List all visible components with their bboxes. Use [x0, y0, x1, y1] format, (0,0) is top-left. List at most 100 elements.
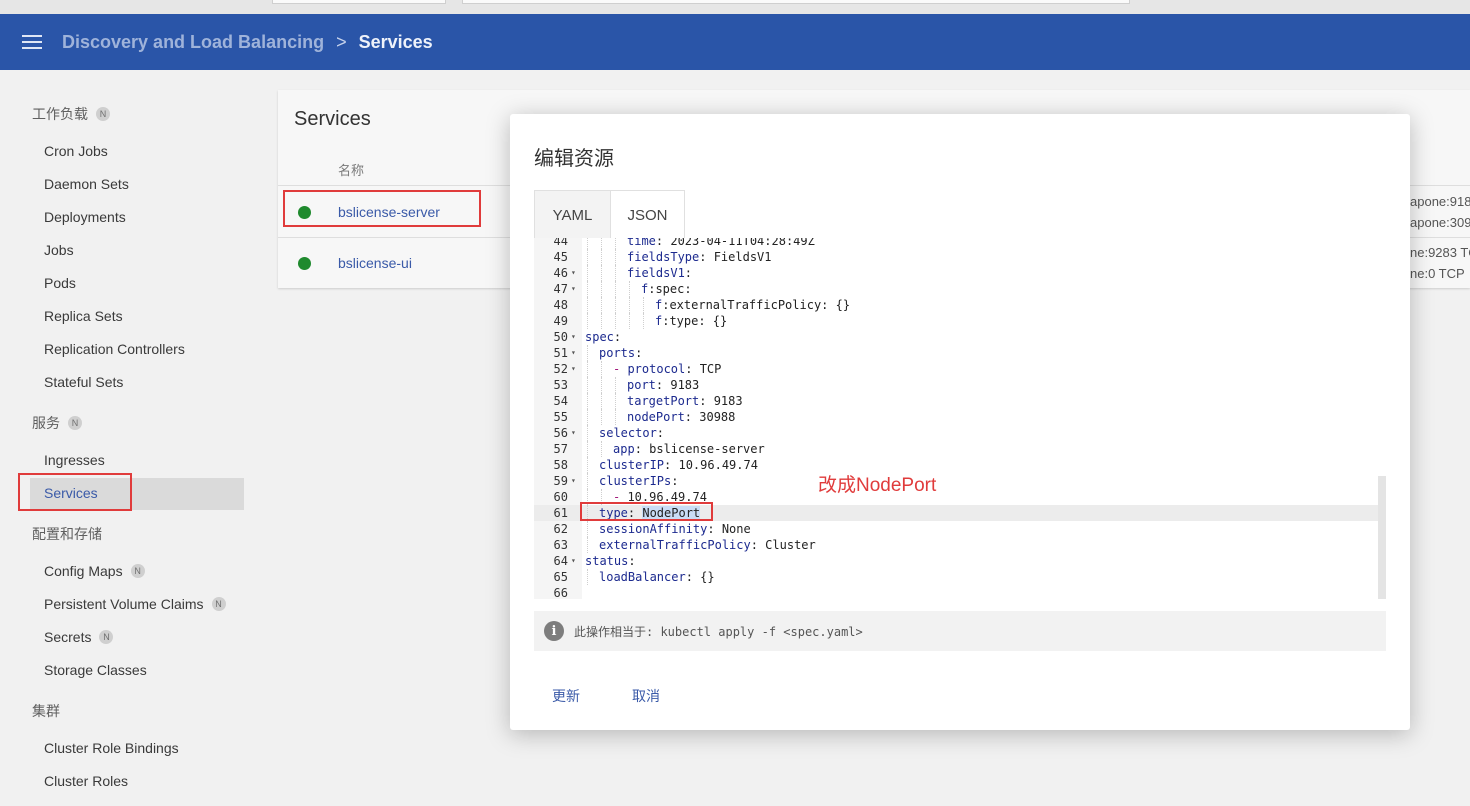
indent-guide: [601, 265, 602, 281]
sidebar-item-secrets[interactable]: Secrets N: [44, 629, 114, 645]
code-line[interactable]: 66: [534, 585, 1378, 599]
sidebar-item-cluster-role-bindings[interactable]: Cluster Role Bindings: [44, 740, 179, 756]
top-field-search[interactable]: [462, 0, 1130, 4]
line-number: 51: [553, 346, 568, 360]
indent-guide: [587, 345, 588, 361]
column-header-name[interactable]: 名称: [338, 160, 364, 179]
code-line[interactable]: 56 ▾ selector:: [534, 425, 1378, 441]
sidebar-item-jobs[interactable]: Jobs: [44, 242, 74, 258]
service-link[interactable]: bslicense-ui: [338, 255, 412, 271]
line-number: 53: [553, 378, 568, 392]
sidebar-item-replication-controllers[interactable]: Replication Controllers: [44, 341, 185, 357]
code-line[interactable]: 58 clusterIP: 10.96.49.74: [534, 457, 1378, 473]
indent-guide: [601, 441, 602, 457]
fold-toggle-icon[interactable]: ▾: [571, 329, 576, 345]
code-line[interactable]: 63 externalTrafficPolicy: Cluster: [534, 537, 1378, 553]
code-text: f:externalTrafficPolicy: {}: [655, 298, 851, 312]
endpoint-text: apone:309: [1410, 215, 1470, 230]
fold-toggle-icon[interactable]: ▾: [571, 425, 576, 441]
line-number: 55: [553, 410, 568, 424]
code-line[interactable]: 47 ▾ f:spec:: [534, 281, 1378, 297]
code-line[interactable]: 46 ▾ fieldsV1:: [534, 265, 1378, 281]
fold-toggle-icon[interactable]: ▾: [571, 553, 576, 569]
code-line[interactable]: 65 loadBalancer: {}: [534, 569, 1378, 585]
code-line[interactable]: 54 targetPort: 9183: [534, 393, 1378, 409]
editor-scrollbar[interactable]: [1378, 476, 1386, 599]
indent-guide: [601, 377, 602, 393]
namespace-badge-icon: N: [96, 107, 110, 121]
code-editor[interactable]: 44 time: 2023-04-11T04:28:49Z 45 fieldsType…: [534, 238, 1386, 599]
code-line[interactable]: 57 app: bslicense-server: [534, 441, 1378, 457]
fold-toggle-icon[interactable]: ▾: [571, 361, 576, 377]
indent-guide: [629, 281, 630, 297]
nav-section-label: 配置和存储: [32, 526, 102, 542]
indent-guide: [615, 377, 616, 393]
fold-toggle-icon[interactable]: ▾: [571, 473, 576, 489]
update-button[interactable]: 更新: [552, 686, 580, 706]
sidebar-item-replica-sets[interactable]: Replica Sets: [44, 308, 123, 324]
sidebar-item-label: Persistent Volume Claims: [44, 596, 204, 612]
code-line[interactable]: 44 time: 2023-04-11T04:28:49Z: [534, 238, 1378, 249]
nav-section-services[interactable]: 服务 N: [32, 413, 82, 433]
nav-section-config-storage[interactable]: 配置和存储: [32, 524, 102, 544]
info-bar: i 此操作相当于: kubectl apply -f <spec.yaml>: [534, 611, 1386, 651]
line-number: 59: [553, 474, 568, 488]
sidebar-item-storage-classes[interactable]: Storage Classes: [44, 662, 147, 678]
code-line[interactable]: 64 ▾ status:: [534, 553, 1378, 569]
sidebar-item-deployments[interactable]: Deployments: [44, 209, 126, 225]
nav-section-workloads[interactable]: 工作负载 N: [32, 104, 110, 124]
indent-guide: [587, 249, 588, 265]
code-line[interactable]: 51 ▾ ports:: [534, 345, 1378, 361]
code-line[interactable]: 53 port: 9183: [534, 377, 1378, 393]
sidebar-item-cron-jobs[interactable]: Cron Jobs: [44, 143, 108, 159]
nav-section-label: 服务: [32, 415, 60, 431]
sidebar-item-cluster-roles[interactable]: Cluster Roles: [44, 773, 128, 789]
namespace-badge-icon: N: [130, 564, 145, 578]
indent-guide: [601, 313, 602, 329]
line-number: 58: [553, 458, 568, 472]
code-text: fieldsV1:: [627, 266, 693, 280]
sidebar-item-persistent-volume-claims[interactable]: Persistent Volume Claims N: [44, 596, 226, 612]
tab-yaml[interactable]: YAML: [535, 191, 610, 239]
sidebar-item-stateful-sets[interactable]: Stateful Sets: [44, 374, 123, 390]
annotation-box-services-nav: [18, 473, 132, 511]
line-number: 46: [553, 266, 568, 280]
sidebar-item-ingresses[interactable]: Ingresses: [44, 452, 105, 468]
code-line[interactable]: 52 ▾ - protocol: TCP: [534, 361, 1378, 377]
indent-guide: [587, 537, 588, 553]
line-number: 61: [553, 506, 568, 520]
line-number: 60: [553, 490, 568, 504]
code-text: ports:: [599, 346, 643, 360]
code-text: - protocol: TCP: [613, 362, 722, 376]
top-field-left[interactable]: [272, 0, 446, 4]
line-number: 48: [553, 298, 568, 312]
line-number: 57: [553, 442, 568, 456]
code-text: nodePort: 30988: [627, 410, 736, 424]
hamburger-menu-icon[interactable]: [22, 35, 42, 49]
namespace-badge-icon: N: [68, 416, 82, 430]
line-number: 45: [553, 250, 568, 264]
nav-section-label: 集群: [32, 703, 60, 719]
info-text: 此操作相当于: kubectl apply -f <spec.yaml>: [574, 624, 863, 639]
sidebar-item-config-maps[interactable]: Config Maps N: [44, 563, 145, 579]
fold-toggle-icon[interactable]: ▾: [571, 265, 576, 281]
cancel-button[interactable]: 取消: [632, 686, 660, 706]
code-line[interactable]: 59 ▾ clusterIPs:: [534, 473, 1378, 489]
breadcrumb-parent[interactable]: Discovery and Load Balancing: [62, 32, 324, 53]
indent-guide: [587, 457, 588, 473]
nav-section-cluster[interactable]: 集群: [32, 701, 60, 721]
code-line[interactable]: 45 fieldsType: FieldsV1: [534, 249, 1378, 265]
sidebar-item-daemon-sets[interactable]: Daemon Sets: [44, 176, 129, 192]
sidebar-item-label: Secrets: [44, 629, 92, 645]
code-line[interactable]: 62 sessionAffinity: None: [534, 521, 1378, 537]
info-icon: i: [544, 621, 564, 641]
code-line[interactable]: 50 ▾ spec:: [534, 329, 1378, 345]
tab-json[interactable]: JSON: [610, 191, 684, 239]
code-line[interactable]: 49 f:type: {}: [534, 313, 1378, 329]
code-line[interactable]: 55 nodePort: 30988: [534, 409, 1378, 425]
code-line[interactable]: 48 f:externalTrafficPolicy: {}: [534, 297, 1378, 313]
fold-toggle-icon[interactable]: ▾: [571, 345, 576, 361]
indent-guide: [615, 313, 616, 329]
sidebar-item-pods[interactable]: Pods: [44, 275, 76, 291]
fold-toggle-icon[interactable]: ▾: [571, 281, 576, 297]
